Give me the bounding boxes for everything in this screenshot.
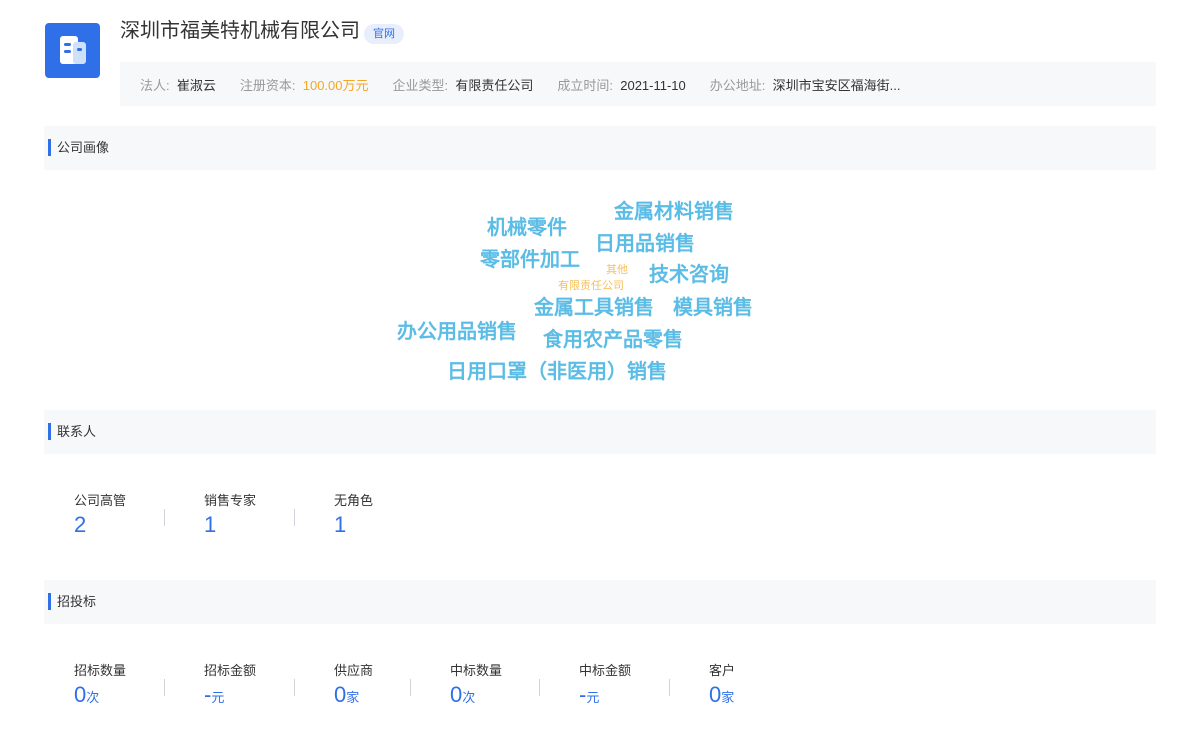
stat-number: 0 xyxy=(450,682,463,707)
stat-label: 销售专家 xyxy=(204,493,257,508)
stat-bid-win-count[interactable]: 中标数量 0次 xyxy=(450,663,502,710)
stat-label: 无角色 xyxy=(334,493,374,508)
cloud-word[interactable]: 日用品销售 xyxy=(595,234,695,254)
stat-label: 中标金额 xyxy=(579,663,632,678)
info-legal-person: 法人: 崔淑云 xyxy=(140,77,216,93)
section-header-portrait: 公司画像 xyxy=(44,126,1156,170)
stat-value: 2 xyxy=(74,512,87,537)
stat-number: 0 xyxy=(334,682,347,707)
cloud-word[interactable]: 零部件加工 xyxy=(480,250,580,270)
stat-label: 客户 xyxy=(709,663,736,678)
company-info-bar: 法人: 崔淑云 注册资本: 100.00万元 企业类型: 有限责任公司 成立时间… xyxy=(120,62,1156,106)
stat-divider xyxy=(669,679,670,696)
stat-tender-amount[interactable]: 招标金额 -元 xyxy=(204,663,256,710)
stat-executives[interactable]: 公司高管 2 xyxy=(74,493,126,537)
stat-unit: 元 xyxy=(586,690,600,705)
info-office-address[interactable]: 办公地址: 深圳市宝安区福海街... xyxy=(710,75,901,94)
stat-label: 招标金额 xyxy=(204,663,257,678)
stat-unit: 家 xyxy=(721,690,735,705)
cloud-word[interactable]: 机械零件 xyxy=(487,218,567,238)
section-title: 招投标 xyxy=(57,594,97,609)
section-accent-bar xyxy=(48,139,51,156)
section-title: 公司画像 xyxy=(57,140,110,155)
cloud-word[interactable]: 有限责任公司 xyxy=(558,281,624,292)
stat-label: 供应商 xyxy=(334,663,374,678)
stat-divider xyxy=(294,509,295,526)
stat-unit: 次 xyxy=(462,690,476,705)
stat-value: 0次 xyxy=(450,683,502,710)
stat-value: 0家 xyxy=(334,683,373,710)
stat-tender-count[interactable]: 招标数量 0次 xyxy=(74,663,126,710)
cloud-word[interactable]: 日用口罩（非医用）销售 xyxy=(447,362,667,382)
stat-divider xyxy=(539,679,540,696)
stat-divider xyxy=(294,679,295,696)
section-header-bidding: 招投标 xyxy=(44,580,1156,624)
stat-number: 0 xyxy=(74,682,87,707)
official-site-tag[interactable]: 官网 xyxy=(364,24,404,44)
stat-unit: 次 xyxy=(86,690,100,705)
cloud-word[interactable]: 食用农产品零售 xyxy=(543,330,683,350)
stat-unit: 家 xyxy=(346,690,360,705)
stat-value: 1 xyxy=(334,512,347,537)
section-accent-bar xyxy=(48,423,51,440)
stat-value: 1 xyxy=(204,512,217,537)
stat-divider xyxy=(164,509,165,526)
stat-number: 0 xyxy=(709,682,722,707)
stat-value: 0次 xyxy=(74,683,126,710)
cloud-word[interactable]: 金属材料销售 xyxy=(614,202,734,222)
stat-value: 0家 xyxy=(709,683,735,710)
stat-suppliers[interactable]: 供应商 0家 xyxy=(334,663,373,710)
cloud-word[interactable]: 其他 xyxy=(606,265,628,276)
stat-label: 招标数量 xyxy=(74,663,127,678)
stat-customers[interactable]: 客户 0家 xyxy=(709,663,735,710)
cloud-word[interactable]: 办公用品销售 xyxy=(397,322,517,342)
company-logo xyxy=(45,23,100,78)
stat-no-role[interactable]: 无角色 1 xyxy=(334,493,373,537)
stat-value: -元 xyxy=(579,683,631,710)
info-founded-date: 成立时间: 2021-11-10 xyxy=(557,77,686,93)
stat-divider xyxy=(164,679,165,696)
info-company-type: 企业类型: 有限责任公司 xyxy=(392,77,534,93)
cloud-word[interactable]: 技术咨询 xyxy=(649,265,729,285)
company-name: 深圳市福美特机械有限公司 xyxy=(120,20,360,42)
stat-sales-experts[interactable]: 销售专家 1 xyxy=(204,493,256,537)
building-icon xyxy=(60,36,86,64)
info-registered-capital: 注册资本: 100.00万元 xyxy=(239,77,369,93)
stat-divider xyxy=(410,679,411,696)
section-accent-bar xyxy=(48,593,51,610)
stat-value: -元 xyxy=(204,683,256,710)
section-header-contacts: 联系人 xyxy=(44,410,1156,454)
stat-label: 公司高管 xyxy=(74,493,127,508)
section-title: 联系人 xyxy=(57,424,97,439)
stat-unit: 元 xyxy=(211,690,225,705)
cloud-word[interactable]: 金属工具销售 xyxy=(534,298,654,318)
cloud-word[interactable]: 模具销售 xyxy=(673,298,753,318)
stat-bid-win-amount[interactable]: 中标金额 -元 xyxy=(579,663,631,710)
stat-label: 中标数量 xyxy=(450,663,503,678)
